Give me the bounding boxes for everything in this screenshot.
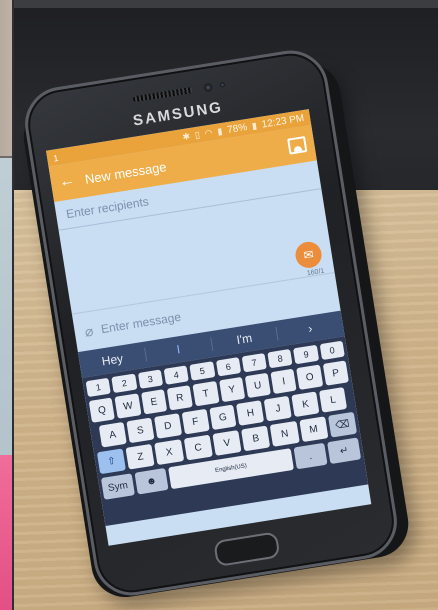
key[interactable]: 1 [85, 377, 112, 398]
home-button[interactable] [213, 531, 281, 568]
key[interactable]: F [181, 408, 210, 435]
phone-screen[interactable]: ✱ ▯ ◠ ▮ 78% ▮ 12:23 PM 1 ← New message E… [46, 109, 372, 546]
key[interactable]: 4 [163, 365, 190, 385]
key[interactable]: Q [88, 397, 116, 423]
key[interactable]: U [244, 372, 272, 399]
key[interactable]: Z [125, 443, 156, 470]
attach-paperclip-icon[interactable]: ⌀ [84, 322, 95, 340]
key[interactable]: B [241, 425, 271, 452]
key[interactable]: 8 [267, 348, 293, 369]
key[interactable]: G [208, 404, 237, 431]
back-arrow-icon[interactable]: ← [58, 172, 77, 192]
period-key[interactable]: . [293, 442, 328, 470]
photo-scene: SAMSUNG ✱ ▯ ◠ ▮ 78% ▮ 12:23 PM 1 ← New m… [0, 0, 438, 610]
message-placeholder: Enter message [99, 309, 182, 337]
pink-strip [0, 455, 12, 610]
key[interactable]: I [270, 368, 297, 395]
key[interactable]: E [140, 389, 168, 415]
key[interactable]: 5 [189, 361, 216, 381]
contacts-icon[interactable] [287, 136, 308, 155]
vibrate-icon: ▯ [194, 129, 201, 140]
key[interactable]: D [153, 413, 182, 439]
key[interactable]: 6 [215, 357, 241, 377]
emoji-key-icon[interactable]: ☻ [134, 467, 169, 495]
key[interactable]: C [183, 434, 213, 461]
key[interactable]: 7 [241, 353, 267, 373]
key[interactable]: N [270, 420, 300, 447]
nfc-icon: ✱ [181, 130, 191, 142]
earpiece-grille [132, 87, 193, 103]
key[interactable]: X [154, 439, 184, 466]
wifi-icon: ◠ [203, 126, 214, 139]
shift-key-icon[interactable]: ⇧ [96, 448, 127, 475]
key[interactable]: L [319, 387, 348, 413]
key[interactable]: J [263, 395, 293, 422]
key[interactable]: K [291, 391, 320, 418]
front-camera-icon [203, 82, 213, 93]
key[interactable]: P [322, 360, 349, 386]
key[interactable]: W [114, 393, 142, 419]
key[interactable]: R [166, 385, 194, 411]
key[interactable]: 0 [319, 340, 345, 361]
key[interactable]: 2 [111, 373, 138, 394]
battery-icon: ▮ [251, 119, 258, 131]
sym-key[interactable]: Sym [100, 473, 135, 500]
key[interactable]: V [212, 430, 242, 456]
key[interactable]: O [296, 364, 323, 390]
key[interactable]: T [192, 380, 220, 407]
key[interactable]: Y [218, 376, 246, 403]
key[interactable]: M [298, 416, 329, 443]
binder-rim [14, 0, 438, 8]
signal-icon: ▮ [216, 125, 224, 137]
send-envelope-icon: ✉ [302, 247, 315, 263]
key[interactable]: A [98, 421, 127, 448]
key[interactable]: H [236, 400, 265, 426]
key[interactable]: 3 [137, 369, 164, 389]
send-button[interactable]: ✉ [293, 240, 324, 270]
key[interactable]: S [126, 417, 155, 444]
enter-key-icon[interactable]: ↵ [327, 437, 362, 465]
backspace-key-icon[interactable]: ⌫ [327, 411, 358, 438]
sensor-icon [219, 81, 226, 88]
battery-level: 78% [226, 121, 248, 136]
key[interactable]: 9 [293, 344, 319, 365]
